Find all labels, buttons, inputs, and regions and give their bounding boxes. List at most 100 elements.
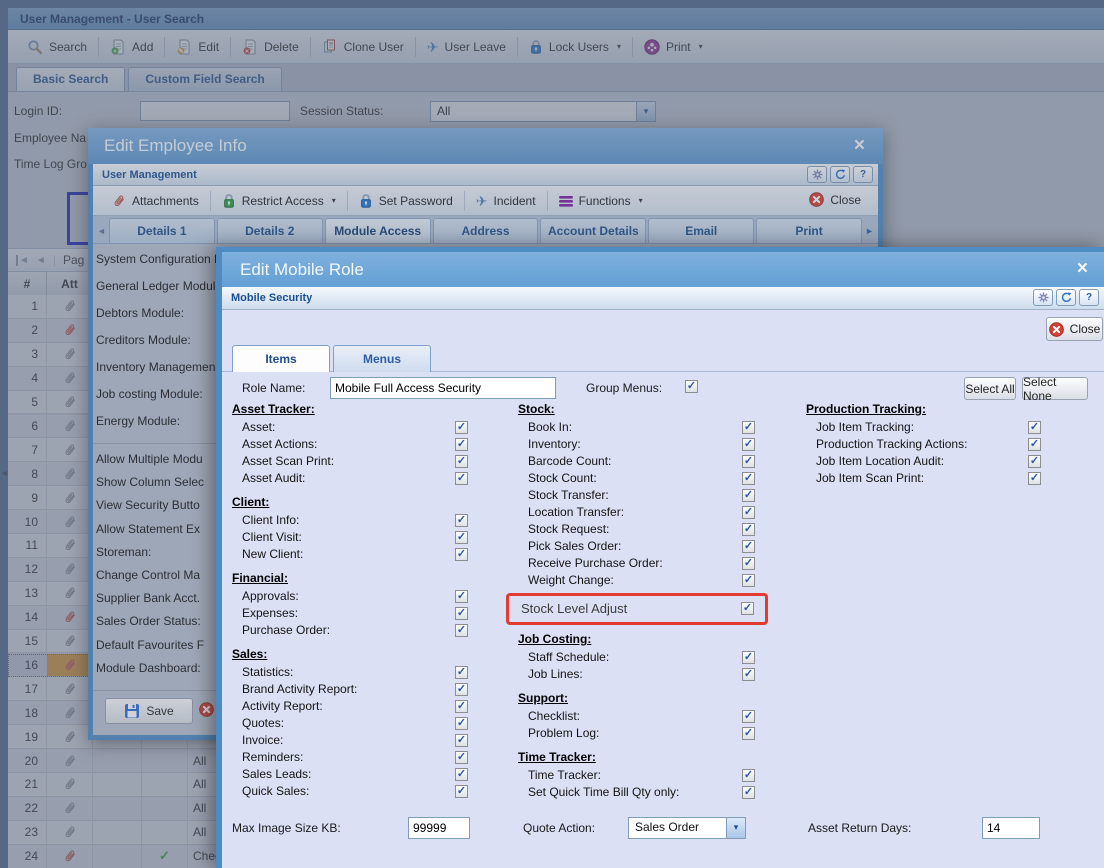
help-button[interactable]: ?	[1079, 289, 1099, 306]
checkbox[interactable]: ✓	[455, 717, 468, 730]
checkbox[interactable]: ✓	[1028, 421, 1041, 434]
quote-action-label: Quote Action:	[523, 821, 595, 835]
checkbox-label: Inventory:	[528, 437, 581, 451]
checkbox-row: Time Tracker:✓	[518, 768, 780, 785]
checkbox-label: Asset Actions:	[242, 437, 317, 451]
checkbox[interactable]: ✓	[1028, 438, 1041, 451]
checkbox[interactable]: ✓	[742, 455, 755, 468]
close-button[interactable]: Close	[1046, 317, 1103, 341]
checkbox[interactable]: ✓	[455, 666, 468, 679]
checkbox-label: Weight Change:	[528, 573, 614, 587]
checkbox-label: Client Visit:	[242, 530, 302, 544]
group-menus-label: Group Menus:	[586, 381, 662, 395]
checkbox[interactable]: ✓	[1028, 455, 1041, 468]
dialog-title: Edit Mobile Role	[222, 252, 1104, 287]
checkbox[interactable]: ✓	[455, 472, 468, 485]
checkbox[interactable]: ✓	[742, 557, 755, 570]
checkbox-row: Receive Purchase Order: ✓	[518, 556, 780, 573]
checkbox[interactable]: ✓	[742, 668, 755, 681]
checkbox[interactable]: ✓	[455, 768, 468, 781]
checkbox-row: Client Visit: ✓	[232, 530, 482, 547]
checkbox[interactable]: ✓	[742, 506, 755, 519]
checkbox-row: Job Item Scan Print: ✓	[806, 471, 1076, 488]
checkbox-label: Sales Leads:	[242, 767, 311, 781]
checkbox-label: Staff Schedule:	[528, 650, 609, 664]
checkbox-row: Production Tracking Actions:✓	[806, 437, 1076, 454]
checkbox[interactable]: ✓	[455, 734, 468, 747]
checkbox[interactable]: ✓	[742, 786, 755, 799]
chevron-down-icon[interactable]: ▾	[726, 818, 745, 838]
checkbox-label: Job Item Location Audit:	[816, 454, 944, 468]
refresh-button[interactable]	[1056, 289, 1076, 306]
checkbox-label: Job Item Scan Print:	[816, 471, 924, 485]
checkbox[interactable]: ✓	[455, 700, 468, 713]
checkbox[interactable]: ✓	[742, 710, 755, 723]
checkbox[interactable]: ✓	[455, 531, 468, 544]
checkbox-label: Stock Request:	[528, 522, 609, 536]
checkbox[interactable]: ✓	[455, 785, 468, 798]
asset-return-days-label: Asset Return Days:	[808, 821, 911, 835]
max-image-size-input[interactable]	[408, 817, 470, 839]
checkbox[interactable]: ✓	[455, 751, 468, 764]
checkbox[interactable]: ✓	[455, 590, 468, 603]
checkbox[interactable]: ✓	[742, 421, 755, 434]
checkbox[interactable]: ✓	[742, 472, 755, 485]
quote-action-value: Sales Order	[635, 820, 699, 834]
section-header: Client:	[232, 495, 482, 513]
max-image-size-label: Max Image Size KB:	[232, 821, 341, 835]
checkbox[interactable]: ✓	[742, 489, 755, 502]
section-header: Time Tracker:	[518, 750, 780, 768]
checkbox-row: Book In:✓	[518, 420, 780, 437]
checkbox[interactable]: ✓	[455, 438, 468, 451]
checkbox[interactable]: ✓	[455, 683, 468, 696]
checkbox-label: Approvals:	[242, 589, 299, 603]
checkbox[interactable]: ✓	[742, 727, 755, 740]
checkbox-row: Purchase Order: ✓	[232, 623, 482, 640]
checkbox[interactable]: ✓	[742, 523, 755, 536]
checkbox-row: Approvals: ✓	[232, 589, 482, 606]
checkbox-label: Asset Audit:	[242, 471, 305, 485]
checkbox[interactable]: ✓	[741, 602, 754, 615]
select-none-button[interactable]: Select None	[1022, 377, 1088, 400]
checkbox[interactable]: ✓	[455, 455, 468, 468]
role-name-input[interactable]	[330, 377, 556, 399]
checkbox-row: Problem Log:✓	[518, 726, 780, 743]
checkbox-label: Location Transfer:	[528, 505, 624, 519]
tab-items[interactable]: Items	[232, 345, 330, 372]
checkbox[interactable]: ✓	[455, 607, 468, 620]
checkbox-row: Brand Activity Report:✓	[232, 682, 482, 699]
settings-gear-button[interactable]	[1033, 289, 1053, 306]
checkbox[interactable]: ✓	[455, 548, 468, 561]
checkbox[interactable]: ✓	[742, 438, 755, 451]
checkbox[interactable]: ✓	[742, 574, 755, 587]
asset-return-days-input[interactable]	[982, 817, 1040, 839]
checkbox[interactable]: ✓	[742, 769, 755, 782]
checkbox[interactable]: ✓	[1028, 472, 1041, 485]
checkbox-row: Checklist:✓	[518, 709, 780, 726]
select-all-button[interactable]: Select All	[964, 377, 1016, 400]
checkbox-label: Expenses:	[242, 606, 298, 620]
checkbox-row: Job Item Location Audit: ✓	[806, 454, 1076, 471]
checkbox-label: Reminders:	[242, 750, 303, 764]
checkbox-label: Purchase Order:	[242, 623, 330, 637]
panel-title: Mobile Security	[231, 292, 312, 304]
checkbox[interactable]: ✓	[455, 421, 468, 434]
close-x-icon[interactable]: ×	[1077, 259, 1088, 278]
screen: User Management - User Search Search+Add…	[0, 0, 1104, 868]
quote-action-select[interactable]: Sales Order ▾	[628, 817, 746, 839]
checkbox-label: Pick Sales Order:	[528, 539, 621, 553]
checkbox[interactable]: ✓	[455, 624, 468, 637]
checkbox[interactable]: ✓	[742, 540, 755, 553]
checkbox-label: Receive Purchase Order:	[528, 556, 663, 570]
checkbox-row: Pick Sales Order: ✓	[518, 539, 780, 556]
checkbox[interactable]: ✓	[455, 514, 468, 527]
checkbox-row: Weight Change: ✓	[518, 573, 780, 590]
checkbox-label: Job Lines:	[528, 667, 583, 681]
checkbox[interactable]: ✓	[742, 651, 755, 664]
checkbox-row: Asset Audit: ✓	[232, 471, 482, 488]
group-menus-checkbox[interactable]: ✓	[685, 380, 698, 393]
checkbox-label: Quick Sales:	[242, 784, 309, 798]
section-header: Sales:	[232, 647, 482, 665]
tab-menus[interactable]: Menus	[333, 345, 431, 372]
section-header: Financial:	[232, 571, 482, 589]
